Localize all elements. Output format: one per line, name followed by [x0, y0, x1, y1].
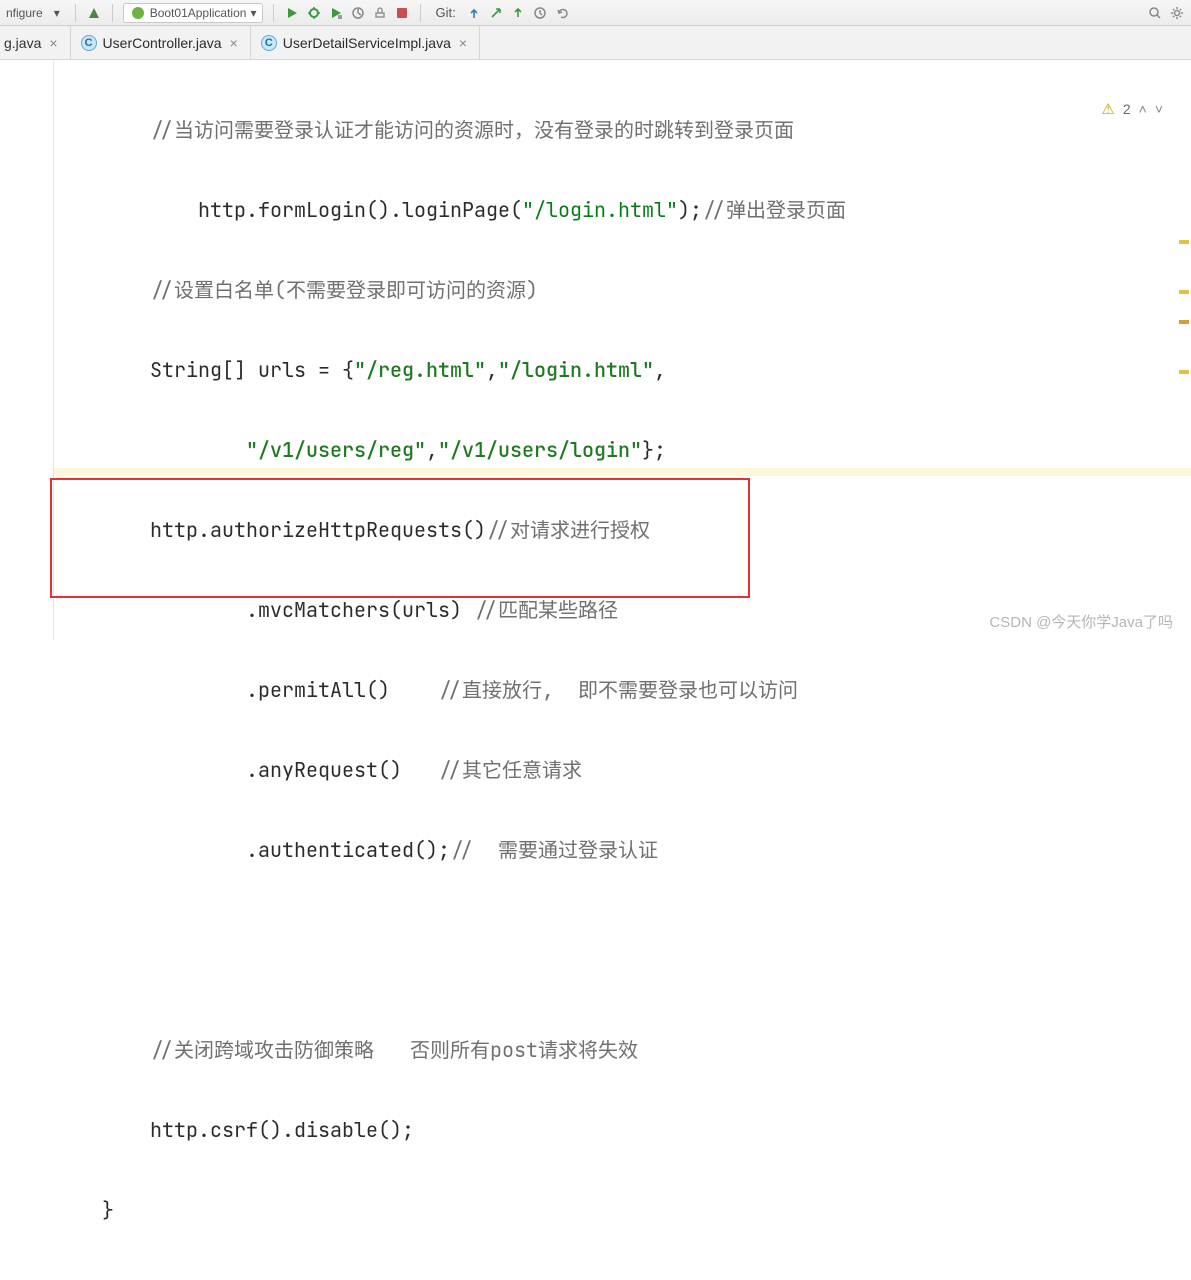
close-icon[interactable]: × [47, 35, 59, 51]
code-string: "/v1/users/reg" [246, 437, 426, 463]
code-string: "/reg.html" [354, 357, 486, 383]
warning-marker[interactable] [1179, 320, 1189, 324]
code-text: .anyRequest() [246, 757, 438, 783]
code-comment: //匹配某些路径 [474, 597, 618, 623]
tab-usercontroller[interactable]: C UserController.java × [71, 26, 251, 59]
class-icon: C [81, 35, 97, 51]
inspection-widget[interactable]: ⚠ 2 ˄ ˅ [1101, 100, 1163, 118]
code-text: , [426, 437, 438, 463]
stop-icon[interactable] [394, 5, 410, 21]
debug-icon[interactable] [306, 5, 322, 21]
attach-icon[interactable] [372, 5, 388, 21]
tab-label: UserController.java [103, 35, 222, 51]
run-config-name: Boot01Application [150, 6, 247, 20]
editor-tabs: g.java × C UserController.java × C UserD… [0, 26, 1191, 60]
chevron-down-icon: ▾ [250, 6, 256, 20]
code-text: String[] urls = { [150, 357, 354, 383]
code-text: ); [678, 197, 702, 223]
git-update-icon[interactable] [466, 5, 482, 21]
profile-icon[interactable] [350, 5, 366, 21]
git-push-icon[interactable] [510, 5, 526, 21]
code-text: .permitAll() [246, 677, 438, 703]
git-label: Git: [431, 5, 459, 20]
code-text: , [654, 357, 666, 383]
code-comment: //设置白名单(不需要登录即可访问的资源) [150, 277, 538, 303]
warning-count: 2 [1123, 101, 1131, 117]
code-text: http.formLogin().loginPage( [198, 197, 522, 223]
code-text: .authenticated(); [246, 837, 450, 863]
code-comment: // 需要通过登录认证 [450, 837, 658, 863]
code-text: http.authorizeHttpRequests() [150, 517, 486, 543]
class-icon: C [261, 35, 277, 51]
code-comment: //当访问需要登录认证才能访问的资源时，没有登录的时跳转到登录页面 [150, 117, 794, 143]
separator [273, 4, 274, 22]
configure-label-partial: nfigure [6, 6, 43, 20]
coverage-run-icon[interactable] [328, 5, 344, 21]
code-comment: //对请求进行授权 [486, 517, 650, 543]
git-commit-icon[interactable] [488, 5, 504, 21]
git-history-icon[interactable] [532, 5, 548, 21]
separator [420, 4, 421, 22]
close-icon[interactable]: × [457, 35, 469, 51]
separator [75, 4, 76, 22]
dropdown-chevron-icon[interactable]: ▾ [49, 5, 65, 21]
warning-icon: ⚠ [1101, 100, 1114, 118]
code-brace: } [102, 1197, 114, 1223]
warning-marker[interactable] [1179, 290, 1189, 294]
code-text: http.csrf().disable(); [150, 1117, 414, 1143]
code-editor[interactable]: //当访问需要登录认证才能访问的资源时，没有登录的时跳转到登录页面 http.f… [54, 60, 1191, 640]
tab-partial[interactable]: g.java × [0, 26, 71, 59]
watermark: CSDN @今天你学Java了吗 [989, 611, 1173, 632]
code-string: "/login.html" [498, 357, 654, 383]
code-comment: //直接放行, 即不需要登录也可以访问 [438, 677, 798, 703]
tab-userdetailserviceimpl[interactable]: C UserDetailServiceImpl.java × [251, 26, 480, 59]
code-text: .mvcMatchers(urls) [246, 597, 474, 623]
settings-icon[interactable] [1169, 5, 1185, 21]
chevron-up-icon[interactable]: ˄ [1139, 101, 1147, 117]
run-icon[interactable] [284, 5, 300, 21]
warning-marker[interactable] [1179, 240, 1189, 244]
highlight-band [54, 468, 1191, 476]
code-string: "/login.html" [522, 197, 678, 223]
gutter [0, 60, 54, 640]
editor-area: //当访问需要登录认证才能访问的资源时，没有登录的时跳转到登录页面 http.f… [0, 60, 1191, 640]
chevron-down-icon[interactable]: ˅ [1155, 101, 1163, 117]
tab-label: UserDetailServiceImpl.java [283, 35, 451, 51]
run-configuration-selector[interactable]: Boot01Application ▾ [123, 3, 264, 23]
tab-label: g.java [4, 35, 41, 51]
code-string: "/v1/users/login" [438, 437, 642, 463]
build-icon[interactable] [86, 5, 102, 21]
spring-boot-icon [130, 5, 146, 21]
warning-marker[interactable] [1179, 370, 1189, 374]
code-comment: //关闭跨域攻击防御策略 否则所有post请求将失效 [150, 1037, 638, 1063]
search-icon[interactable] [1147, 5, 1163, 21]
error-stripe[interactable] [1177, 120, 1191, 640]
separator [112, 4, 113, 22]
main-toolbar: nfigure ▾ Boot01Application ▾ Git: [0, 0, 1191, 26]
code-comment: //弹出登录页面 [702, 197, 846, 223]
code-text: , [486, 357, 498, 383]
close-icon[interactable]: × [228, 35, 240, 51]
git-rollback-icon[interactable] [554, 5, 570, 21]
code-comment: //其它任意请求 [438, 757, 582, 783]
code-text: }; [642, 437, 666, 463]
